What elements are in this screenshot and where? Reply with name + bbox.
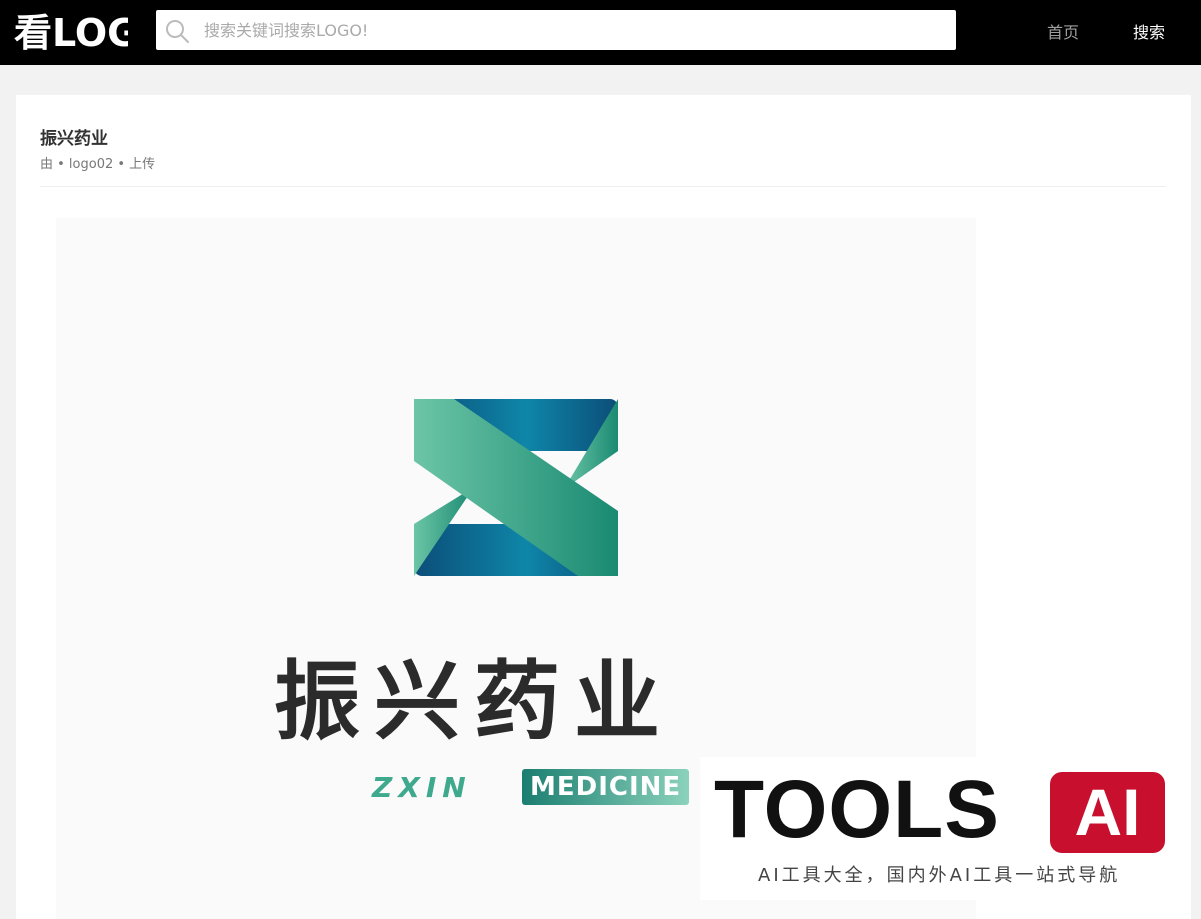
- site-logo-text: 看LOGO: [14, 11, 128, 54]
- brand-mark-icon: [414, 399, 618, 576]
- top-navbar: 看LOGO 首页 搜索: [0, 0, 1201, 65]
- post-meta: 由 • logo02 • 上传: [40, 157, 156, 172]
- search-icon[interactable]: [164, 18, 190, 44]
- search-input[interactable]: [204, 10, 944, 50]
- tools-ai-watermark: TOOLS AI AI工具大全，国内外AI工具一站式导航: [700, 757, 1178, 900]
- search-box: [156, 10, 956, 50]
- site-logo[interactable]: 看LOGO: [14, 8, 171, 55]
- watermark-badge-text: AI: [1074, 775, 1141, 849]
- watermark-title: TOOLS: [714, 764, 1000, 855]
- brand-name-en: ZXIN: [372, 771, 472, 804]
- site-logo-mark: 看LOGO: [14, 11, 171, 55]
- watermark-ai-badge: AI: [1050, 772, 1165, 853]
- nav-search-link[interactable]: 搜索: [1133, 19, 1165, 43]
- brand-name-cn: 振兴药业: [274, 652, 674, 752]
- nav-home-link[interactable]: 首页: [1047, 19, 1079, 43]
- brand-name-medicine: MEDICINE: [522, 769, 690, 805]
- post-title: 振兴药业: [40, 129, 108, 149]
- divider: [40, 186, 1166, 187]
- watermark-subtitle: AI工具大全，国内外AI工具一站式导航: [758, 865, 1121, 886]
